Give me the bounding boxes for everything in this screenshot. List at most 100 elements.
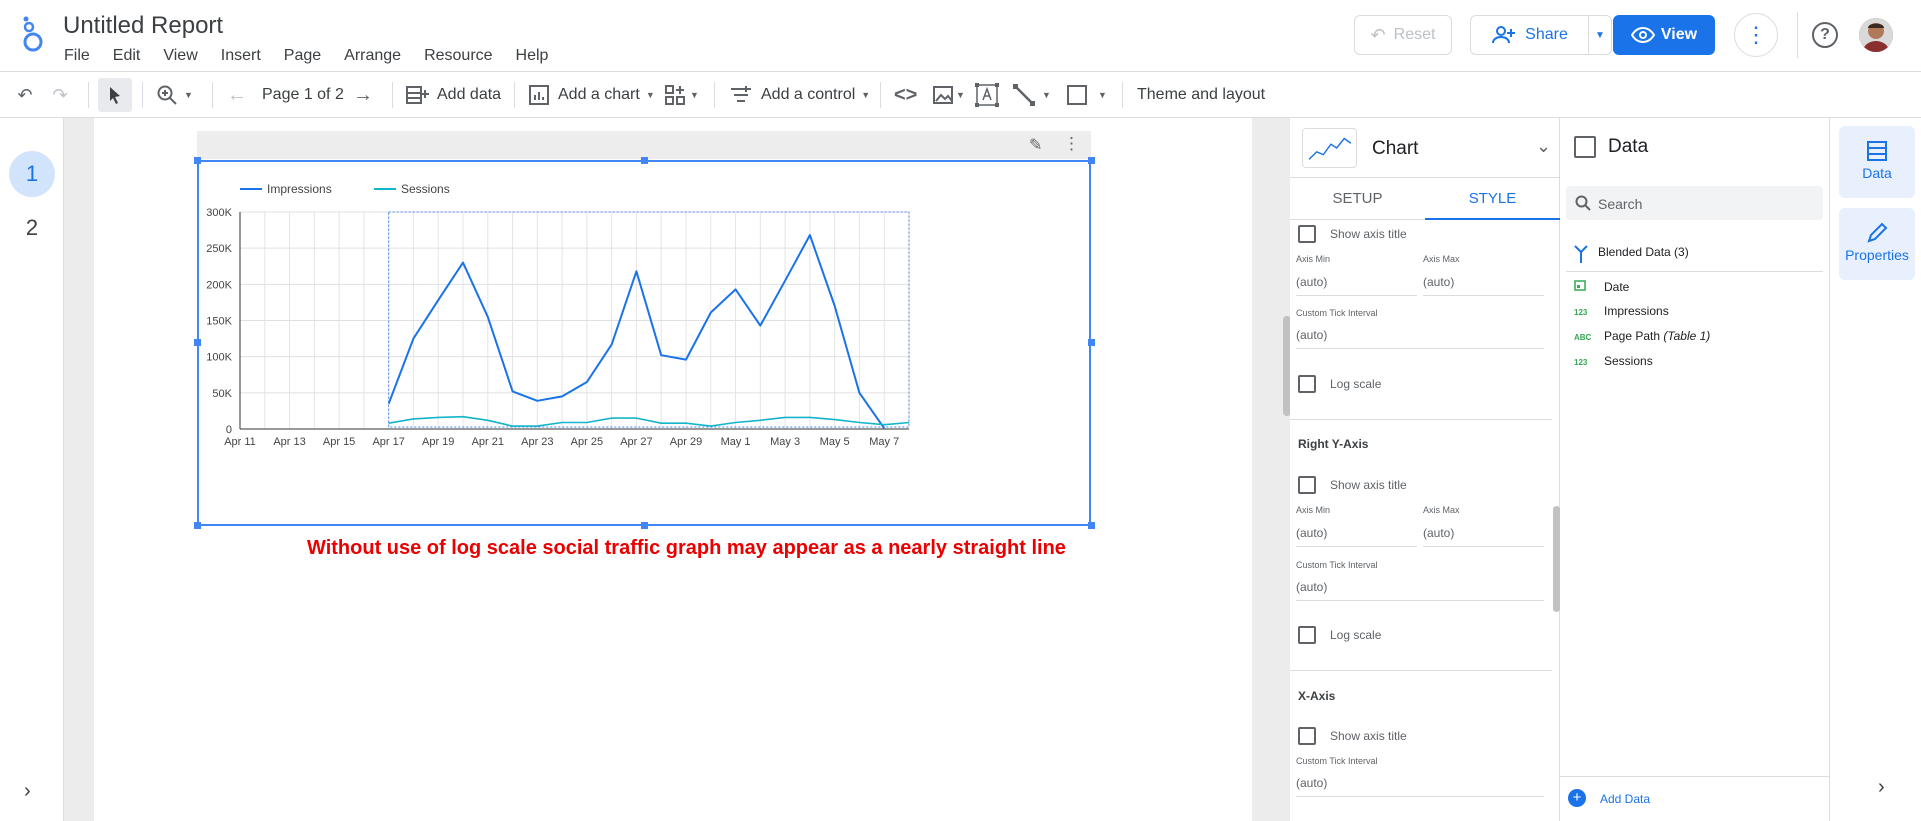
x-tick-label: Apr 21 <box>472 436 504 448</box>
custom-tick-input[interactable]: (auto) <box>1296 328 1327 342</box>
page-1-button[interactable]: 1 <box>9 151 55 197</box>
community-viz-button[interactable]: ▼ <box>664 72 699 118</box>
menu-edit[interactable]: Edit <box>113 47 141 65</box>
text-box-button[interactable] <box>974 72 1000 118</box>
axis-min-input[interactable]: (auto) <box>1296 275 1327 289</box>
search-placeholder: Search <box>1598 196 1643 212</box>
toolbar-divider <box>880 82 881 108</box>
previous-page-button[interactable]: ← <box>226 72 248 118</box>
log-scale-label: Log scale <box>1330 377 1382 391</box>
reset-button[interactable]: ↶ Reset <box>1354 15 1452 55</box>
menu-insert[interactable]: Insert <box>221 47 261 65</box>
more-options-button[interactable]: ⋮ <box>1734 13 1778 57</box>
field-search-input[interactable]: Search <box>1566 186 1823 220</box>
menu-view[interactable]: View <box>163 47 197 65</box>
menu-help[interactable]: Help <box>516 47 549 65</box>
report-title[interactable]: Untitled Report <box>63 12 223 40</box>
show-axis-title-label: Show axis title <box>1330 227 1407 241</box>
custom-tick-input[interactable]: (auto) <box>1296 580 1327 594</box>
rail-properties-button[interactable]: Properties <box>1839 208 1915 280</box>
axis-max-input[interactable]: (auto) <box>1423 275 1454 289</box>
chevron-right-icon[interactable]: › <box>1878 776 1885 799</box>
line-button[interactable]: ▼ <box>1012 72 1051 118</box>
log-scale-checkbox[interactable] <box>1298 375 1316 393</box>
data-source-name[interactable]: Blended Data (3) <box>1598 245 1689 259</box>
custom-tick-input[interactable]: (auto) <box>1296 776 1327 790</box>
chart-type-label: Chart <box>1372 138 1419 159</box>
help-icon[interactable]: ? <box>1812 22 1838 48</box>
theme-layout-button[interactable]: Theme and layout <box>1137 72 1265 118</box>
chart-type-selector[interactable]: Chart ⌄ <box>1290 118 1560 178</box>
chart-header-bar: ✎ ⋮ <box>197 131 1091 159</box>
shape-button[interactable]: ▼ <box>1066 72 1107 118</box>
data-range-outline <box>388 211 910 428</box>
select-tool-button[interactable] <box>98 78 132 112</box>
app-header: Untitled Report File Edit View Insert Pa… <box>0 0 1921 72</box>
text-type-icon: ABC <box>1574 333 1592 342</box>
style-options: Show axis title Axis Min Axis Max (auto)… <box>1290 220 1552 821</box>
field-date[interactable]: Date <box>1574 279 1629 294</box>
undo-button[interactable]: ↶ <box>14 72 36 118</box>
x-tick-label: Apr 25 <box>571 436 603 448</box>
menu-arrange[interactable]: Arrange <box>344 47 401 65</box>
add-control-button[interactable]: Add a control ▼ <box>729 72 870 118</box>
toolbar-divider <box>714 82 715 108</box>
zoom-button[interactable]: ▼ <box>156 72 193 118</box>
resize-handle[interactable] <box>1088 522 1095 529</box>
add-circle-icon[interactable]: + <box>1568 789 1586 807</box>
resize-handle[interactable] <box>194 339 201 346</box>
axis-max-input[interactable]: (auto) <box>1423 526 1454 540</box>
resize-handle[interactable] <box>641 522 648 529</box>
redo-button[interactable]: ↷ <box>49 72 71 118</box>
show-axis-title-checkbox[interactable] <box>1298 476 1316 494</box>
add-chart-icon <box>529 85 549 105</box>
embed-url-button[interactable]: <> <box>894 72 917 118</box>
menu-page[interactable]: Page <box>284 47 321 65</box>
time-series-chart[interactable]: 300K 250K 200K 150K 100K 50K 0 Apr 11 Apr 13 Apr … <box>197 160 1091 526</box>
vertical-dots-icon[interactable]: ⋮ <box>1063 134 1080 154</box>
looker-studio-logo[interactable] <box>18 16 48 54</box>
resize-handle[interactable] <box>194 522 201 529</box>
show-axis-title-checkbox[interactable] <box>1298 727 1316 745</box>
x-tick-label: Apr 13 <box>273 436 305 448</box>
x-tick-label: Apr 17 <box>372 436 404 448</box>
tab-setup[interactable]: SETUP <box>1290 178 1425 220</box>
avatar[interactable] <box>1859 18 1893 52</box>
chevron-right-icon[interactable]: › <box>24 780 31 803</box>
share-button[interactable]: Share <box>1470 15 1588 55</box>
view-button[interactable]: View <box>1613 15 1715 55</box>
log-scale-label: Log scale <box>1330 628 1382 642</box>
section-divider <box>1290 419 1552 420</box>
field-page-path[interactable]: ABC Page Path (Table 1) <box>1574 329 1710 343</box>
add-data-link[interactable]: Add Data <box>1600 792 1650 806</box>
show-axis-title-label: Show axis title <box>1330 478 1407 492</box>
field-impressions[interactable]: 123 Impressions <box>1574 304 1669 318</box>
menu-file[interactable]: File <box>64 47 90 65</box>
pencil-edit-icon[interactable]: ✎ <box>1029 135 1042 155</box>
rail-data-button[interactable]: Data <box>1839 126 1915 198</box>
tab-style[interactable]: STYLE <box>1425 178 1560 220</box>
resize-handle[interactable] <box>1088 339 1095 346</box>
user-photo-icon <box>1859 18 1893 52</box>
data-panel: Data Search Blended Data (3) Date 123 Imp… <box>1560 118 1830 821</box>
add-chart-button[interactable]: Add a chart ▼ <box>528 72 655 118</box>
show-axis-title-checkbox[interactable] <box>1298 225 1316 243</box>
calendar-icon <box>1574 279 1604 293</box>
resize-handle[interactable] <box>641 157 648 164</box>
menu-resource[interactable]: Resource <box>424 47 492 65</box>
page-2-button[interactable]: 2 <box>9 205 55 251</box>
resize-handle[interactable] <box>1088 157 1095 164</box>
image-button[interactable]: ▼ <box>932 72 965 118</box>
log-scale-checkbox[interactable] <box>1298 626 1316 644</box>
axis-min-input[interactable]: (auto) <box>1296 526 1327 540</box>
axis-max-label: Axis Max <box>1423 254 1460 264</box>
share-dropdown-button[interactable]: ▼ <box>1588 15 1612 55</box>
chevron-down-icon[interactable]: ⌄ <box>1536 136 1551 157</box>
custom-tick-label: Custom Tick Interval <box>1296 560 1378 570</box>
rail-data-label: Data <box>1862 165 1892 181</box>
properties-scrollbar[interactable] <box>1553 506 1560 612</box>
next-page-button[interactable]: → <box>352 72 374 118</box>
resize-handle[interactable] <box>194 157 201 164</box>
field-sessions[interactable]: 123 Sessions <box>1574 354 1653 368</box>
add-data-button[interactable]: Add data <box>405 72 501 118</box>
